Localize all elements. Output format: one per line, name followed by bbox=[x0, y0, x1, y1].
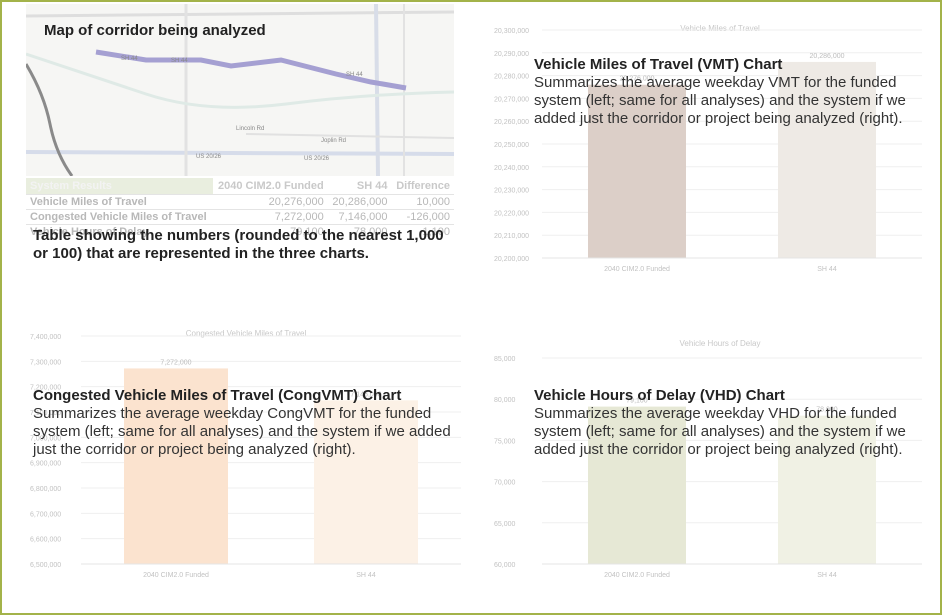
y-tick-label: 7,400,000 bbox=[30, 334, 61, 341]
road-label: Lincoln Rd bbox=[236, 126, 264, 132]
y-tick-label: 6,900,000 bbox=[30, 461, 61, 468]
vhd-annotation-body: Summarizes the average weekday VHD for t… bbox=[534, 405, 906, 458]
y-tick-label: 70,000 bbox=[494, 480, 516, 487]
vhd-annotation-title: Vehicle Hours of Delay (VHD) Chart bbox=[534, 387, 785, 404]
y-tick-label: 75,000 bbox=[494, 438, 516, 445]
table-cell: 7,146,000 bbox=[327, 209, 392, 225]
y-tick-label: 7,300,000 bbox=[30, 359, 61, 366]
x-category-label: SH 44 bbox=[817, 266, 837, 273]
vhd-annotation: Vehicle Hours of Delay (VHD) Chart Summa… bbox=[534, 387, 924, 459]
x-category-label: SH 44 bbox=[356, 572, 376, 579]
y-tick-label: 20,270,000 bbox=[494, 96, 529, 103]
congvmt-annotation-title: Congested Vehicle Miles of Travel (CongV… bbox=[33, 387, 402, 404]
congvmt-annotation-body: Summarizes the average weekday CongVMT f… bbox=[33, 405, 451, 458]
x-category-label: SH 44 bbox=[817, 572, 837, 579]
table-header: System Results bbox=[26, 178, 213, 195]
road-label: SH 44 bbox=[121, 56, 138, 62]
vmt-chart: Vehicle Miles of Travel 20,200,000 20,210,… bbox=[490, 14, 930, 284]
table-cell: -126,000 bbox=[391, 209, 454, 225]
y-tick-label: 65,000 bbox=[494, 521, 516, 528]
table-cell: Vehicle Miles of Travel bbox=[26, 194, 213, 210]
chart-title: Vehicle Hours of Delay bbox=[680, 339, 761, 348]
y-tick-label: 20,240,000 bbox=[494, 165, 529, 172]
table-header: SH 44 bbox=[356, 180, 388, 192]
road-label: US 20/26 bbox=[196, 154, 222, 160]
road-vertical-2 bbox=[374, 4, 380, 176]
y-tick-label: 60,000 bbox=[494, 562, 516, 569]
y-tick-label: 20,290,000 bbox=[494, 51, 529, 58]
vmt-annotation: Vehicle Miles of Travel (VMT) Chart Summ… bbox=[534, 56, 924, 128]
table-cell: 10,000 bbox=[391, 194, 454, 210]
road-label: SH 44 bbox=[346, 72, 363, 78]
road-label: US 20/26 bbox=[304, 156, 330, 162]
vhd-chart-svg: Vehicle Hours of Delay 60,000 65,000 70,000… bbox=[494, 339, 922, 579]
chart-title: Congested Vehicle Miles of Travel bbox=[186, 329, 307, 338]
y-tick-label: 20,300,000 bbox=[494, 28, 529, 35]
y-tick-label: 20,250,000 bbox=[494, 142, 529, 149]
y-tick-label: 6,600,000 bbox=[30, 537, 61, 544]
table-caption: Table showing the numbers (rounded to th… bbox=[33, 227, 444, 262]
table-header: Difference bbox=[396, 180, 450, 192]
vmt-annotation-body: Summarizes the average weekday VMT for t… bbox=[534, 74, 906, 127]
table-row: Congested Vehicle Miles of Travel 7,272,… bbox=[26, 209, 454, 225]
road-label: Joplin Rd bbox=[321, 138, 346, 144]
y-tick-label: 20,280,000 bbox=[494, 74, 529, 81]
table-cell: 7,272,000 bbox=[212, 209, 328, 225]
y-tick-label: 85,000 bbox=[494, 356, 516, 363]
x-category-label: 2040 CIM2.0 Funded bbox=[604, 572, 670, 579]
y-tick-label: 6,500,000 bbox=[30, 562, 61, 569]
table-cell: 20,286,000 bbox=[327, 194, 392, 210]
y-tick-label: 20,220,000 bbox=[494, 210, 529, 217]
y-tick-label: 20,200,000 bbox=[494, 256, 529, 263]
x-category-label: 2040 CIM2.0 Funded bbox=[604, 266, 670, 273]
vmt-chart-svg: Vehicle Miles of Travel 20,200,000 20,210,… bbox=[494, 24, 922, 273]
y-tick-label: 20,260,000 bbox=[494, 119, 529, 126]
map-caption: Map of corridor being analyzed bbox=[44, 22, 266, 39]
table-cell: Congested Vehicle Miles of Travel bbox=[26, 209, 213, 225]
table-header-row: System Results 2040 CIM2.0 Funded SH 44 … bbox=[26, 178, 454, 195]
vmt-annotation-title: Vehicle Miles of Travel (VMT) Chart bbox=[534, 56, 783, 73]
data-label: 7,272,000 bbox=[160, 359, 191, 366]
vhd-chart: Vehicle Hours of Delay 60,000 65,000 70,000… bbox=[490, 332, 930, 592]
chart-title: Vehicle Miles of Travel bbox=[680, 24, 760, 33]
y-tick-label: 6,700,000 bbox=[30, 511, 61, 518]
y-tick-label: 20,230,000 bbox=[494, 188, 529, 195]
x-category-label: 2040 CIM2.0 Funded bbox=[143, 572, 209, 579]
y-tick-label: 80,000 bbox=[494, 397, 516, 404]
y-tick-label: 20,210,000 bbox=[494, 233, 529, 240]
table-row: Vehicle Miles of Travel 20,276,000 20,28… bbox=[26, 194, 454, 210]
y-tick-label: 6,800,000 bbox=[30, 486, 61, 493]
road-label: SH 44 bbox=[171, 58, 188, 64]
table-header: 2040 CIM2.0 Funded bbox=[217, 180, 324, 192]
road-us-20-26 bbox=[26, 150, 454, 156]
congvmt-annotation: Congested Vehicle Miles of Travel (CongV… bbox=[33, 387, 453, 459]
table-cell: 20,276,000 bbox=[212, 194, 328, 210]
